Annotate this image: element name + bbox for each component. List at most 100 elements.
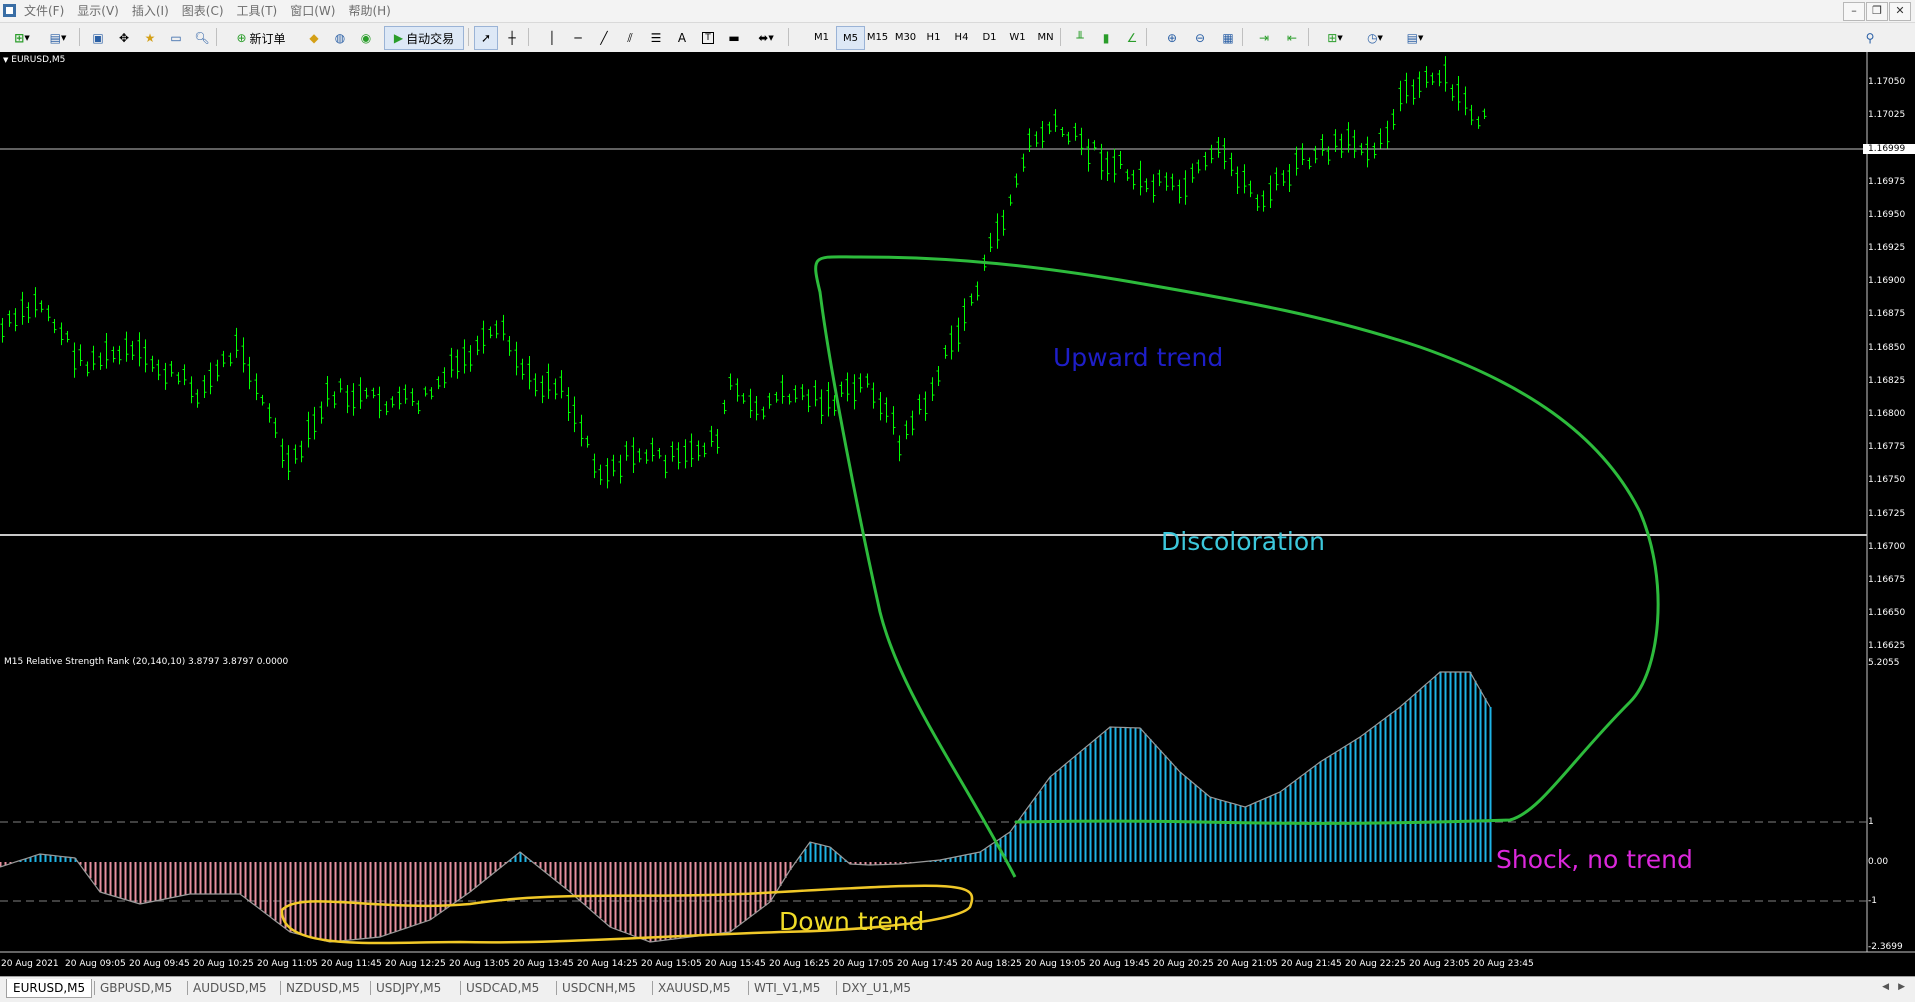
- chart-window[interactable]: ▼ EURUSD,M5 M15 Relative Strength Rank (…: [0, 52, 1915, 976]
- timeframe-m30[interactable]: M30: [892, 26, 919, 48]
- text-icon[interactable]: A: [670, 26, 694, 50]
- toolbar: ⊞ ▼ ▤ ▼ ▣ ✥ ★ ▭ 🔍︎ ⊕ 新订单 ◆ ◍ ◉ ▶ 自动交易 ➚ ┼ │ …: [0, 23, 1915, 53]
- timeframe-h4[interactable]: H4: [948, 26, 975, 48]
- market-watch-icon[interactable]: ▣: [86, 26, 110, 50]
- time-tick: 20 Aug 21:05: [1217, 959, 1278, 969]
- tab-nzdusd-m5[interactable]: NZDUSD,M5: [286, 979, 360, 997]
- time-tick: 20 Aug 11:05: [257, 959, 318, 969]
- timeframe-d1[interactable]: D1: [976, 26, 1003, 48]
- tab-usdcnh-m5[interactable]: USDCNH,M5: [562, 979, 636, 997]
- minimize-button[interactable]: –: [1843, 2, 1865, 21]
- menu-item-3[interactable]: 图表(C): [180, 3, 235, 19]
- signals-icon[interactable]: ◍: [328, 26, 352, 50]
- time-tick: 20 Aug 10:25: [193, 959, 254, 969]
- time-tick: 20 Aug 19:05: [1025, 959, 1086, 969]
- close-button[interactable]: ✕: [1889, 2, 1911, 21]
- time-tick: 20 Aug 17:45: [897, 959, 958, 969]
- time-tick: 20 Aug 12:25: [385, 959, 446, 969]
- vertical-line-icon[interactable]: │: [540, 26, 564, 50]
- chart-shift-icon[interactable]: ⇤: [1280, 26, 1304, 50]
- time-tick: 20 Aug 16:25: [769, 959, 830, 969]
- profiles-icon[interactable]: ▤ ▼: [40, 26, 76, 50]
- timeframe-mn[interactable]: MN: [1032, 26, 1059, 48]
- indicator-tick: 5.2055: [1868, 658, 1900, 668]
- horizontal-line-icon[interactable]: ─: [566, 26, 590, 50]
- timeframe-w1[interactable]: W1: [1004, 26, 1031, 48]
- down-trend-annotation: Down trend: [779, 907, 925, 936]
- discoloration-outline: [814, 255, 1660, 878]
- fibonacci-icon[interactable]: ☰: [644, 26, 668, 50]
- indicator-tick: -2.3699: [1868, 942, 1903, 952]
- time-tick: 20 Aug 15:45: [705, 959, 766, 969]
- menu-item-0[interactable]: 文件(F): [22, 3, 75, 19]
- window-controls: – ❐ ✕: [1843, 2, 1911, 21]
- indicators-icon[interactable]: ⊞ ▼: [1316, 26, 1354, 50]
- search-icon[interactable]: ⚲: [1858, 26, 1882, 50]
- app-icon: [3, 4, 16, 17]
- navigator-icon[interactable]: ★: [138, 26, 162, 50]
- tab-usdcad-m5[interactable]: USDCAD,M5: [466, 979, 539, 997]
- time-tick: 20 Aug 09:45: [129, 959, 190, 969]
- price-chart[interactable]: [0, 52, 1915, 976]
- price-tick: 1.16625: [1868, 641, 1906, 652]
- price-tick: 1.16725: [1868, 508, 1906, 519]
- new-chart-icon[interactable]: ⊞ ▼: [4, 26, 40, 50]
- line-chart-icon[interactable]: ∠: [1120, 26, 1144, 50]
- price-tick: 1.16875: [1868, 309, 1906, 320]
- price-tick: 1.17050: [1868, 77, 1906, 87]
- time-tick: 20 Aug 15:05: [641, 959, 702, 969]
- channel-icon[interactable]: ⫽: [618, 26, 642, 50]
- trendline-icon[interactable]: ╱: [592, 26, 616, 50]
- auto-trading-button[interactable]: ▶ 自动交易: [384, 26, 464, 50]
- timeframe-m1[interactable]: M1: [808, 26, 835, 48]
- templates-icon[interactable]: ▤ ▼: [1396, 26, 1434, 50]
- periods-icon[interactable]: ◷ ▼: [1356, 26, 1394, 50]
- tab-xauusd-m5[interactable]: XAUUSD,M5: [658, 979, 731, 997]
- tab-eurusd-m5[interactable]: EURUSD,M5: [6, 979, 93, 998]
- price-tick: 1.16850: [1868, 342, 1906, 353]
- tester-icon[interactable]: 🔍︎: [190, 26, 214, 50]
- tab-dxy-u1-m5[interactable]: DXY_U1,M5: [842, 979, 911, 997]
- zoom-in-icon[interactable]: ⊕: [1160, 26, 1184, 50]
- terminal-icon[interactable]: ▭: [164, 26, 188, 50]
- price-tick: 1.16925: [1868, 243, 1906, 253]
- price-tick: 1.17025: [1868, 110, 1906, 121]
- menu-item-2[interactable]: 插入(I): [130, 3, 180, 19]
- price-tick: 1.16825: [1868, 375, 1906, 386]
- menu-item-5[interactable]: 窗口(W): [288, 3, 346, 19]
- timeframe-m15[interactable]: M15: [864, 26, 891, 48]
- tab-wti-v1-m5[interactable]: WTI_V1,M5: [754, 979, 820, 997]
- market-icon[interactable]: ◉: [354, 26, 378, 50]
- indicator-tick: -1: [1868, 896, 1877, 906]
- data-window-icon[interactable]: ✥: [112, 26, 136, 50]
- menu-item-4[interactable]: 工具(T): [235, 3, 289, 19]
- menu-item-6[interactable]: 帮助(H): [346, 3, 401, 19]
- metaeditor-icon[interactable]: ◆: [302, 26, 326, 50]
- bar-chart-icon[interactable]: ╨: [1068, 26, 1092, 50]
- text-label-icon[interactable]: T: [696, 26, 720, 50]
- time-tick: 20 Aug 09:05: [65, 959, 126, 969]
- zoom-out-icon[interactable]: ⊖: [1188, 26, 1212, 50]
- tab-audusd-m5[interactable]: AUDUSD,M5: [193, 979, 267, 997]
- price-tick: 1.16975: [1868, 176, 1906, 187]
- tile-icon[interactable]: ▦: [1216, 26, 1240, 50]
- rectangle-icon[interactable]: ▬: [722, 26, 746, 50]
- time-tick: 20 Aug 2021: [1, 959, 59, 969]
- crosshair-icon[interactable]: ┼: [500, 26, 524, 50]
- menu-item-1[interactable]: 显示(V): [75, 3, 130, 19]
- tabs-scroll-left-icon[interactable]: ◀: [1882, 982, 1889, 992]
- price-tick: 1.16700: [1868, 541, 1906, 552]
- timeframe-m5[interactable]: M5: [836, 26, 865, 50]
- candles-icon[interactable]: ▮: [1094, 26, 1118, 50]
- autoscroll-icon[interactable]: ⇥: [1252, 26, 1276, 50]
- tabs-scroll-right-icon[interactable]: ▶: [1898, 982, 1905, 992]
- cursor-icon[interactable]: ➚: [474, 26, 498, 50]
- shapes-icon[interactable]: ⬌ ▼: [748, 26, 784, 50]
- indicator-tick: 1: [1868, 817, 1874, 827]
- price-tick: 1.16775: [1868, 442, 1906, 453]
- tab-usdjpy-m5[interactable]: USDJPY,M5: [376, 979, 441, 997]
- restore-button[interactable]: ❐: [1866, 2, 1888, 21]
- new-order-button[interactable]: ⊕ 新订单: [222, 26, 300, 50]
- timeframe-h1[interactable]: H1: [920, 26, 947, 48]
- tab-gbpusd-m5[interactable]: GBPUSD,M5: [100, 979, 172, 997]
